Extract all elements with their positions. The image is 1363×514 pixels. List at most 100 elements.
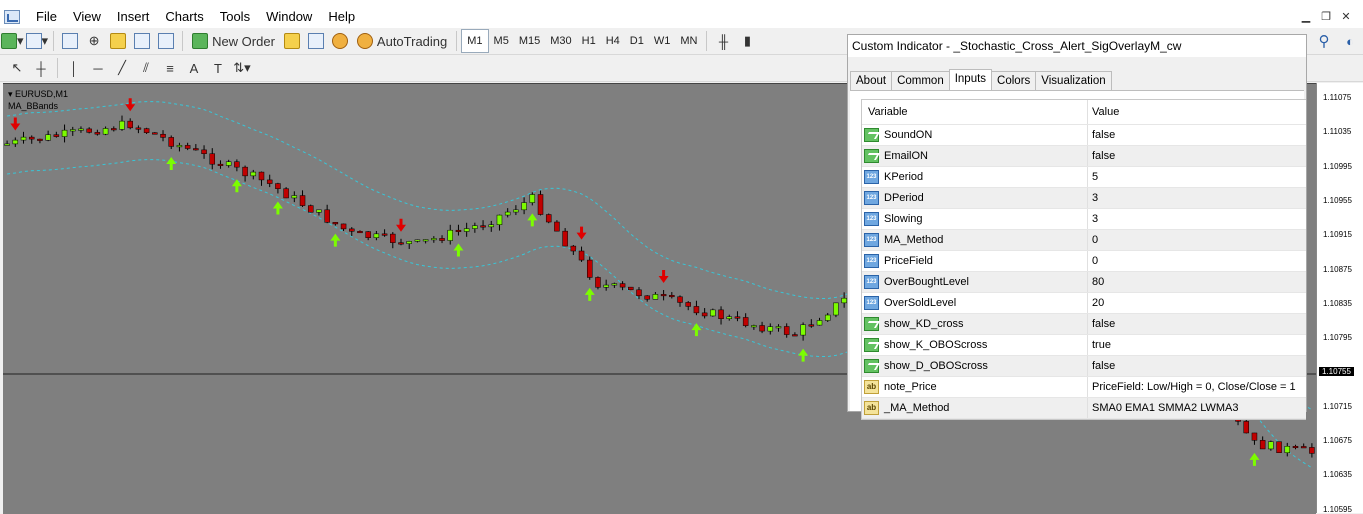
market-button[interactable] bbox=[329, 30, 351, 52]
variable-column-header[interactable]: Variable bbox=[862, 100, 1088, 124]
value-cell[interactable]: true bbox=[1088, 335, 1306, 355]
metaeditor-button[interactable] bbox=[281, 30, 303, 52]
tab-colors[interactable]: Colors bbox=[991, 71, 1037, 90]
data-window-button[interactable]: ⊕ bbox=[83, 30, 105, 52]
value-cell[interactable]: 20 bbox=[1088, 293, 1306, 313]
value-cell[interactable]: 3 bbox=[1088, 188, 1306, 208]
menu-file[interactable]: File bbox=[28, 6, 65, 28]
table-row[interactable]: 123 OverBoughtLevel 80 bbox=[862, 272, 1306, 293]
value-cell[interactable]: 5 bbox=[1088, 167, 1306, 187]
market-watch-button[interactable] bbox=[59, 30, 81, 52]
community-button[interactable]: ◐ bbox=[1339, 30, 1361, 52]
arrows-button[interactable]: ⇅▾ bbox=[231, 57, 253, 79]
value-cell[interactable]: false bbox=[1088, 356, 1306, 376]
table-row[interactable]: 123 PriceField 0 bbox=[862, 251, 1306, 272]
variable-cell: 123 Slowing bbox=[862, 209, 1088, 229]
candle bbox=[652, 292, 659, 300]
menu-insert[interactable]: Insert bbox=[109, 6, 158, 28]
menu-help[interactable]: Help bbox=[320, 6, 363, 28]
candle bbox=[373, 230, 380, 241]
table-row[interactable]: 123 MA_Method 0 bbox=[862, 230, 1306, 251]
candle bbox=[381, 229, 388, 237]
timeframe-m1[interactable]: M1 bbox=[461, 29, 489, 53]
timeframe-w1[interactable]: W1 bbox=[649, 30, 676, 52]
window-controls: ▁ ❐ ✕ bbox=[1297, 10, 1355, 24]
timeframe-h4[interactable]: H4 bbox=[601, 30, 625, 52]
minimize-icon[interactable]: ▁ bbox=[1297, 10, 1315, 24]
menu-view[interactable]: View bbox=[65, 6, 109, 28]
boolean-type-icon bbox=[864, 338, 879, 352]
value-cell[interactable]: 3 bbox=[1088, 209, 1306, 229]
table-row[interactable]: 123 KPeriod 5 bbox=[862, 167, 1306, 188]
text-label-button[interactable]: T bbox=[207, 57, 229, 79]
menu-charts[interactable]: Charts bbox=[157, 6, 211, 28]
tab-visualization[interactable]: Visualization bbox=[1035, 71, 1112, 90]
buy-signal-arrow bbox=[330, 233, 341, 247]
price-tick-label: 1.10715 bbox=[1323, 401, 1352, 411]
table-row[interactable]: ab note_Price PriceField: Low/High = 0, Cl… bbox=[862, 377, 1306, 398]
tab-common[interactable]: Common bbox=[891, 71, 950, 90]
value-cell[interactable]: 0 bbox=[1088, 230, 1306, 250]
candle bbox=[611, 282, 618, 288]
vertical-line-button[interactable]: │ bbox=[63, 57, 85, 79]
table-row[interactable]: 123 DPeriod 3 bbox=[862, 188, 1306, 209]
tab-inputs[interactable]: Inputs bbox=[948, 69, 993, 90]
new-chart-button[interactable]: ▾ bbox=[1, 30, 24, 52]
bar-chart-button[interactable]: ╫ bbox=[712, 30, 734, 52]
trendline-button[interactable]: ╱ bbox=[111, 57, 133, 79]
crosshair-button[interactable]: ┼ bbox=[30, 57, 52, 79]
table-row[interactable]: show_D_OBOScross false bbox=[862, 356, 1306, 377]
menu-tools[interactable]: Tools bbox=[212, 6, 258, 28]
timeframe-m5[interactable]: M5 bbox=[489, 30, 514, 52]
value-cell[interactable]: SMA0 EMA1 SMMA2 LWMA3 bbox=[1088, 398, 1306, 418]
terminal-button[interactable] bbox=[131, 30, 153, 52]
candle bbox=[45, 130, 51, 142]
table-row[interactable]: show_KD_cross false bbox=[862, 314, 1306, 335]
text-button[interactable]: A bbox=[183, 57, 205, 79]
equidistant-channel-button[interactable]: ⫽ bbox=[135, 57, 157, 79]
price-tick-label: 1.10875 bbox=[1323, 264, 1352, 274]
restore-icon[interactable]: ❐ bbox=[1317, 10, 1335, 24]
value-cell[interactable]: 80 bbox=[1088, 272, 1306, 292]
timeframe-h1[interactable]: H1 bbox=[577, 30, 601, 52]
strategy-tester-button[interactable] bbox=[155, 30, 177, 52]
candle-chart-button[interactable]: ▮ bbox=[736, 30, 758, 52]
value-cell[interactable]: false bbox=[1088, 125, 1306, 145]
close-icon[interactable]: ✕ bbox=[1337, 10, 1355, 24]
table-row[interactable]: EmailON false bbox=[862, 146, 1306, 167]
navigator-button[interactable] bbox=[107, 30, 129, 52]
candle bbox=[513, 205, 519, 216]
table-row[interactable]: 123 Slowing 3 bbox=[862, 209, 1306, 230]
table-row[interactable]: ab _MA_Method SMA0 EMA1 SMMA2 LWMA3 bbox=[862, 398, 1306, 419]
profiles-button[interactable]: ▾ bbox=[25, 30, 48, 52]
candle bbox=[1268, 440, 1274, 451]
variable-name: show_D_OBOScross bbox=[884, 360, 988, 372]
candle bbox=[283, 187, 289, 199]
horizontal-line-button[interactable]: ─ bbox=[87, 57, 109, 79]
cursor-button[interactable]: ↖ bbox=[6, 57, 28, 79]
search-button[interactable]: ⚲ bbox=[1313, 30, 1335, 52]
fibonacci-button[interactable]: ≡ bbox=[159, 57, 181, 79]
menu-window[interactable]: Window bbox=[258, 6, 320, 28]
profiles-icon bbox=[25, 33, 42, 49]
value-cell[interactable]: false bbox=[1088, 146, 1306, 166]
timeframe-mn[interactable]: MN bbox=[675, 30, 702, 52]
value-column-header[interactable]: Value bbox=[1088, 100, 1306, 124]
timeframe-m15[interactable]: M15 bbox=[514, 30, 545, 52]
value-cell[interactable]: PriceField: Low/High = 0, Close/Close = … bbox=[1088, 377, 1306, 397]
tab-about[interactable]: About bbox=[850, 71, 893, 90]
candle bbox=[595, 276, 601, 290]
table-row[interactable]: show_K_OBOScross true bbox=[862, 335, 1306, 356]
new-order-button[interactable]: New Order bbox=[188, 30, 279, 52]
value-cell[interactable]: false bbox=[1088, 314, 1306, 334]
table-row[interactable]: 123 OverSoldLevel 20 bbox=[862, 293, 1306, 314]
value-cell[interactable]: 0 bbox=[1088, 251, 1306, 271]
candle bbox=[70, 126, 76, 136]
price-scale[interactable]: 1.11075 1.11035 1.10995 1.10955 1.10915 1.108… bbox=[1316, 83, 1363, 514]
signals-button[interactable] bbox=[305, 30, 327, 52]
autotrading-button[interactable]: AutoTrading bbox=[353, 30, 451, 52]
timeframe-m30[interactable]: M30 bbox=[545, 30, 576, 52]
timeframe-d1[interactable]: D1 bbox=[625, 30, 649, 52]
candle bbox=[316, 209, 322, 216]
table-row[interactable]: SoundON false bbox=[862, 125, 1306, 146]
